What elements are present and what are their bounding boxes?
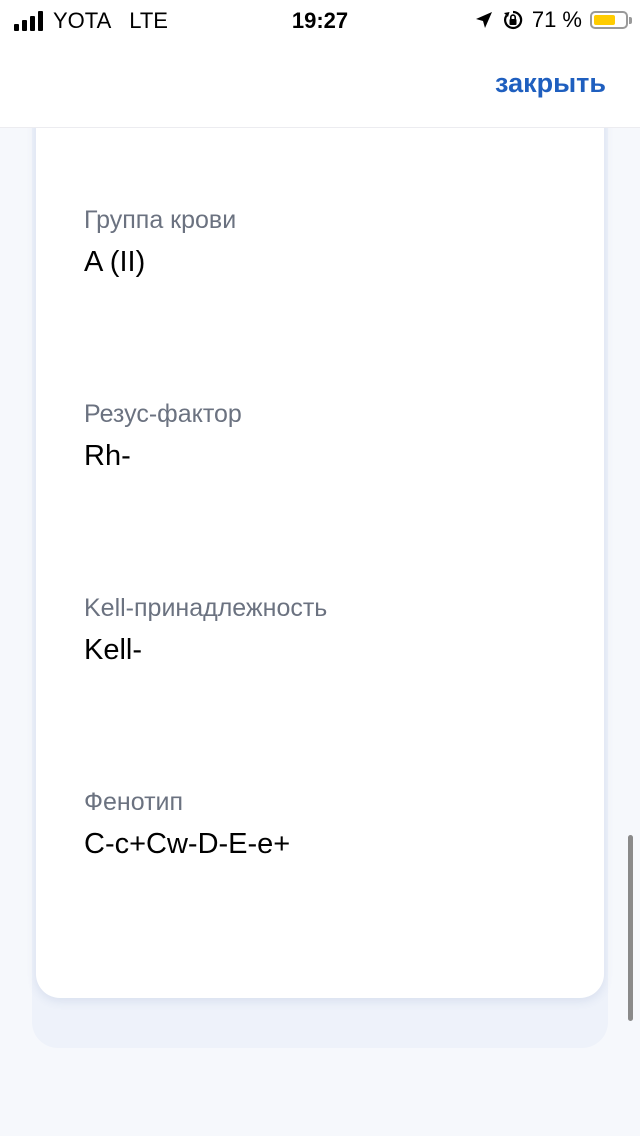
kell-field: Kell-принадлежность Kell- xyxy=(84,592,327,670)
content-area[interactable]: Группа крови A (II) Резус-фактор Rh- Kel… xyxy=(0,128,640,1136)
battery-icon xyxy=(590,11,632,29)
header: закрыть xyxy=(0,40,640,128)
status-right: 71 % xyxy=(474,7,632,33)
blood-info-card: Группа крови A (II) Резус-фактор Rh- Kel… xyxy=(36,128,604,998)
scrollbar[interactable] xyxy=(628,835,633,1021)
close-button[interactable]: закрыть xyxy=(495,68,606,99)
location-arrow-icon xyxy=(475,12,492,28)
battery-level xyxy=(594,15,615,25)
rh-factor-field: Резус-фактор Rh- xyxy=(84,398,242,476)
field-value: A (II) xyxy=(84,246,146,278)
field-value: C-c+Cw-D-E-e+ xyxy=(84,828,291,860)
field-label: Kell-принадлежность xyxy=(84,594,328,622)
phenotype-field: Фенотип C-c+Cw-D-E-e+ xyxy=(84,786,290,864)
field-label: Группа крови xyxy=(84,206,237,234)
status-bar: YOTA LTE 19:27 71 % xyxy=(0,0,640,40)
blood-group-field: Группа крови A (II) xyxy=(84,204,236,282)
field-value: Rh- xyxy=(84,440,131,472)
orientation-lock-icon xyxy=(503,10,523,30)
field-label: Резус-фактор xyxy=(84,400,242,428)
field-value: Kell- xyxy=(84,634,143,666)
battery-percent: 71 % xyxy=(531,7,582,32)
field-label: Фенотип xyxy=(84,788,184,816)
